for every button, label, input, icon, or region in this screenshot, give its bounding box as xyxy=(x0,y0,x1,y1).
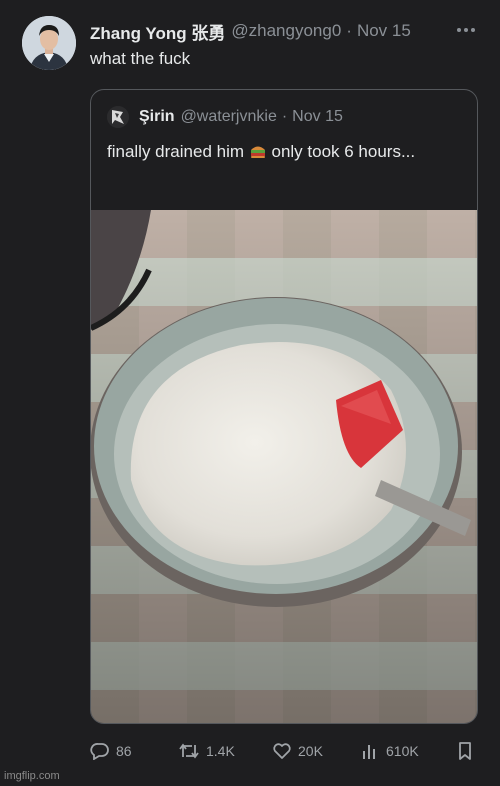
quoted-text-part2: only took 6 hours... xyxy=(271,142,416,161)
person-avatar-icon xyxy=(22,16,76,70)
views-button[interactable]: 610K xyxy=(360,738,419,764)
imgflip-watermark: imgflip.com xyxy=(4,770,60,782)
sandwich-emoji-icon xyxy=(249,142,267,167)
bookmark-icon xyxy=(459,742,471,760)
screenshot-frame: Zhang Yong 张勇 @zhangyong0 · Nov 15 what … xyxy=(0,0,500,786)
quoted-date[interactable]: Nov 15 xyxy=(292,108,343,126)
separator-dot: · xyxy=(346,21,352,40)
dark-avatar-icon xyxy=(107,106,129,128)
reply-count: 86 xyxy=(116,743,132,759)
quoted-handle[interactable]: @waterjvnkie xyxy=(181,108,277,126)
quoted-text-part1: finally drained him xyxy=(107,142,245,161)
reply-icon xyxy=(90,743,109,760)
quoted-display-name[interactable]: Şirin xyxy=(139,108,175,126)
quoted-tweet-text: finally drained him only took 6 hours... xyxy=(107,140,437,167)
author-handle[interactable]: @zhangyong0 xyxy=(231,21,341,41)
quoted-separator-dot: · xyxy=(281,108,288,125)
tweet-text: what the fuck xyxy=(90,49,191,68)
profile-avatar[interactable] xyxy=(22,16,76,70)
bookmark-button[interactable] xyxy=(456,738,480,764)
reply-button[interactable]: 86 xyxy=(90,738,132,764)
analytics-icon xyxy=(363,745,375,759)
heart-icon xyxy=(273,743,291,759)
tweet-header: Zhang Yong 张勇 @zhangyong0 · Nov 15 xyxy=(90,19,485,44)
quoted-tweet-header: Şirin @waterjvnkie · Nov 15 xyxy=(139,108,343,126)
like-button[interactable]: 20K xyxy=(272,738,323,764)
retweet-button[interactable]: 1.4K xyxy=(178,738,235,764)
author-display-name[interactable]: Zhang Yong 张勇 xyxy=(90,19,225,44)
like-count: 20K xyxy=(298,743,323,759)
tweet-action-bar: 86 1.4K 20K 610K xyxy=(90,738,480,764)
quoted-tweet-photo[interactable] xyxy=(91,210,477,723)
ellipsis-icon xyxy=(457,28,475,32)
retweet-count: 1.4K xyxy=(206,743,235,759)
more-options-button[interactable] xyxy=(454,20,478,40)
tweet-date[interactable]: Nov 15 xyxy=(357,21,411,41)
bowl-photo-icon xyxy=(91,210,477,723)
quoted-avatar[interactable] xyxy=(107,106,129,128)
retweet-icon xyxy=(179,743,199,759)
view-count: 610K xyxy=(386,743,419,759)
quoted-tweet-card[interactable]: Şirin @waterjvnkie · Nov 15 finally drai… xyxy=(90,89,478,724)
